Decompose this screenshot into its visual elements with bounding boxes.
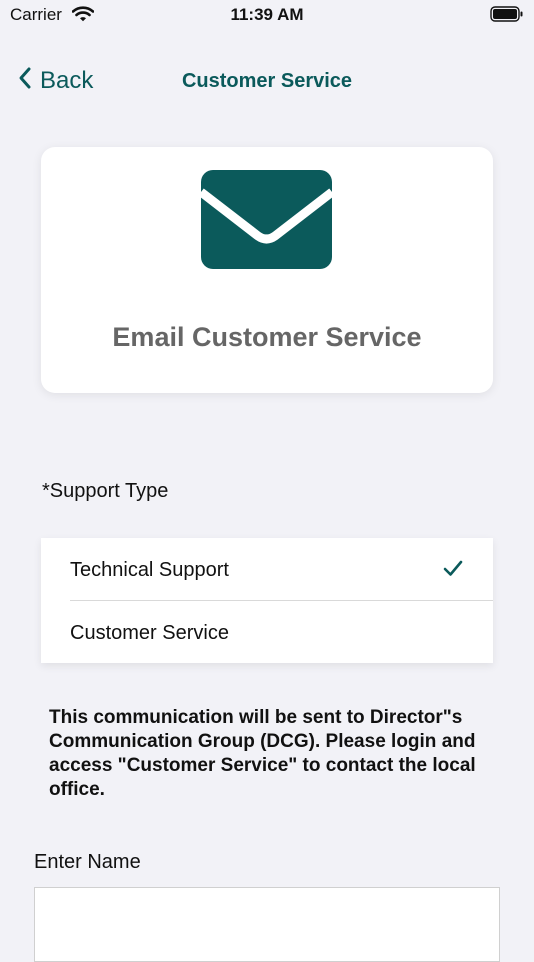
notice-text: This communication will be sent to Direc…	[49, 707, 476, 800]
option-label: Technical Support	[70, 559, 229, 581]
navigation-bar: Back Customer Service	[0, 58, 534, 106]
name-label: Enter Name	[34, 851, 141, 873]
option-technical-support[interactable]: Technical Support	[41, 538, 493, 601]
status-time: 11:39 AM	[230, 5, 304, 24]
checkmark-icon	[443, 560, 463, 582]
option-label: Customer Service	[70, 622, 229, 644]
battery-icon	[490, 6, 524, 27]
option-customer-service[interactable]: Customer Service	[41, 601, 493, 663]
support-type-list: Technical Support Customer Service	[41, 538, 493, 663]
page-title: Customer Service	[181, 70, 353, 92]
card-label: Email Customer Service	[112, 322, 422, 352]
status-bar: Carrier 11:39 AM	[0, 0, 534, 32]
mail-icon	[198, 170, 335, 274]
name-input[interactable]	[34, 887, 500, 962]
email-customer-service-card[interactable]: Email Customer Service	[41, 147, 493, 393]
support-type-label: *Support Type	[42, 480, 169, 502]
